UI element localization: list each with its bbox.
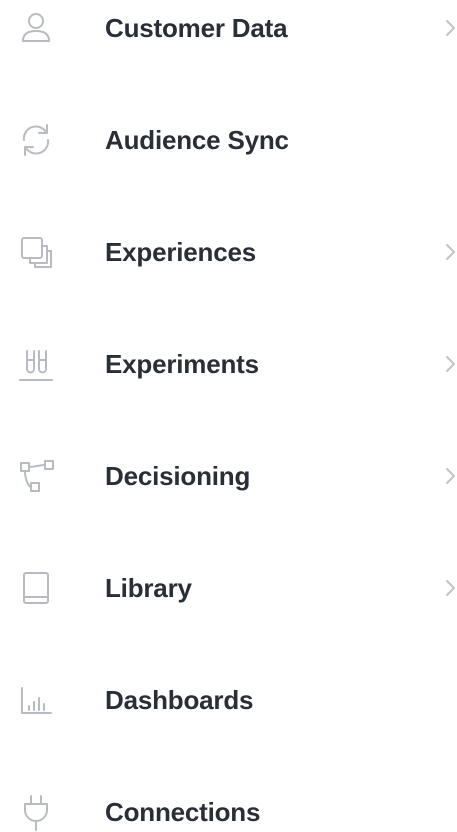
side-navigation: Customer Data Audience Sync Experiences: [0, 0, 457, 832]
nav-item-label: Decisioning: [105, 460, 251, 491]
nav-item-customer-data[interactable]: Customer Data: [0, 0, 457, 58]
nav-item-library[interactable]: Library: [0, 558, 457, 618]
chevron-right-icon: [443, 237, 457, 267]
bar-chart-icon: [14, 678, 58, 722]
layers-icon: [14, 230, 58, 274]
nav-item-decisioning[interactable]: Decisioning: [0, 446, 457, 506]
nav-item-label: Experiences: [105, 236, 257, 267]
chevron-right-icon: [443, 13, 457, 43]
nav-item-label: Dashboards: [105, 684, 254, 715]
nav-item-dashboards[interactable]: Dashboards: [0, 670, 457, 730]
chevron-right-icon: [443, 573, 457, 603]
flow-icon: [14, 454, 58, 498]
book-icon: [14, 566, 58, 610]
nav-item-experiments[interactable]: Experiments: [0, 334, 457, 394]
nav-item-audience-sync[interactable]: Audience Sync: [0, 110, 457, 170]
person-icon: [14, 6, 58, 50]
test-tubes-icon: [14, 342, 58, 386]
nav-item-label: Library: [105, 572, 192, 603]
chevron-right-icon: [443, 349, 457, 379]
sync-icon: [14, 118, 58, 162]
nav-item-label: Audience Sync: [105, 124, 289, 155]
chevron-right-icon: [443, 461, 457, 491]
plug-icon: [14, 790, 58, 832]
nav-item-label: Connections: [105, 796, 261, 827]
nav-item-experiences[interactable]: Experiences: [0, 222, 457, 282]
nav-item-label: Experiments: [105, 348, 259, 379]
nav-item-label: Customer Data: [105, 12, 288, 43]
nav-item-connections[interactable]: Connections: [0, 782, 457, 832]
